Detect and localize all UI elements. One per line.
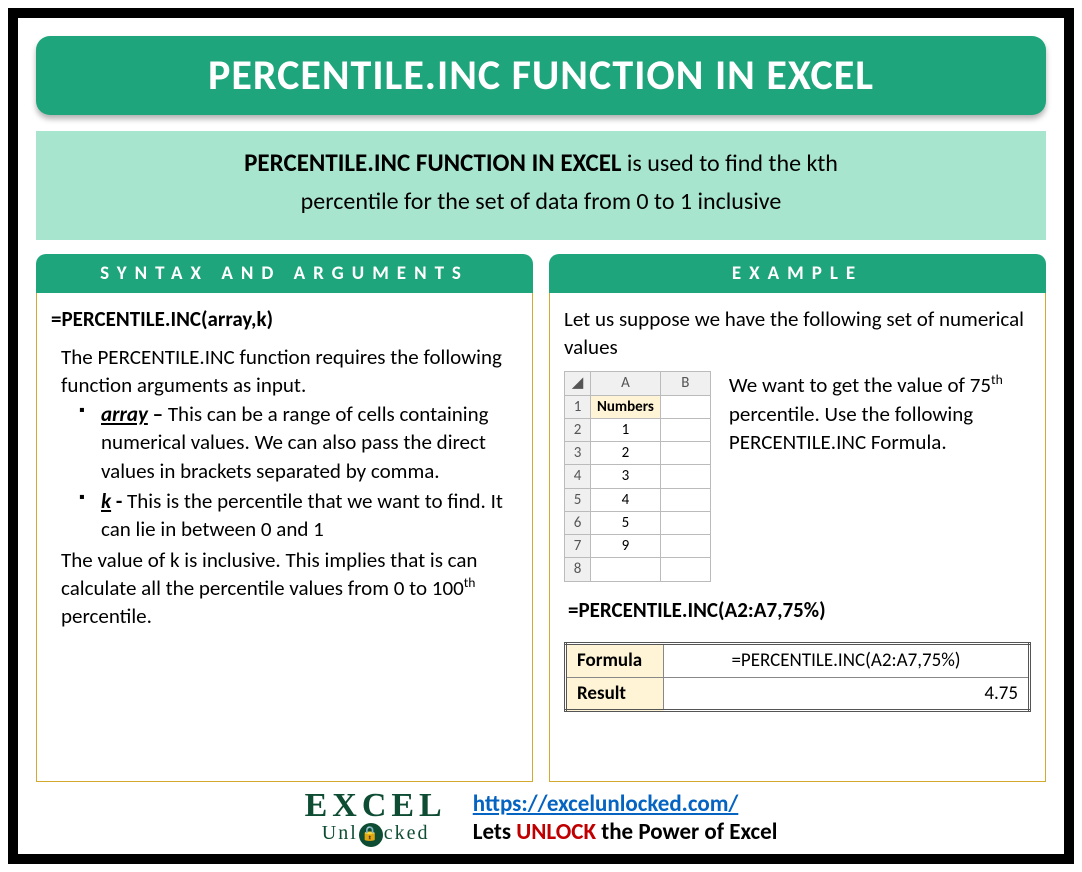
intro-banner: PERCENTILE.INC FUNCTION IN EXCEL is used… <box>36 131 1046 240</box>
arg-array-name: array <box>101 401 148 427</box>
document-frame: PERCENTILE.INC FUNCTION IN EXCEL PERCENT… <box>8 8 1074 864</box>
mini-spreadsheet: ◢ A B 1Numbers 21 32 43 54 65 79 8 <box>564 371 711 581</box>
arg-k-name: k <box>101 488 111 514</box>
logo-bottom: Unl🔒cked <box>305 821 447 845</box>
syntax-body: =PERCENTILE.INC(array,k) The PERCENTILE.… <box>36 293 533 782</box>
result-table: Formula =PERCENTILE.INC(A2:A7,75%) Resul… <box>564 642 1031 712</box>
example-formula: =PERCENTILE.INC(A2:A7,75%) <box>568 596 1031 624</box>
arg-k-desc: This is the percentile that we want to f… <box>101 488 503 542</box>
result-label: Result <box>566 677 664 711</box>
syntax-lead: The PERCENTILE.INC function requires the… <box>61 343 518 400</box>
example-body: Let us suppose we have the following set… <box>549 293 1046 782</box>
col-b: B <box>660 372 710 395</box>
syntax-formula: =PERCENTILE.INC(array,k) <box>51 305 518 333</box>
arg-array: array – This can be a range of cells con… <box>79 400 518 485</box>
footer-tagline: Lets UNLOCK the Power of Excel <box>473 818 778 846</box>
footer: EXCEL Unl🔒cked https://excelunlocked.com… <box>36 790 1046 846</box>
page-title: PERCENTILE.INC FUNCTION IN EXCEL <box>36 36 1046 115</box>
syntax-trailer: The value of k is inclusive. This implie… <box>61 546 518 631</box>
footer-link[interactable]: https://excelunlocked.com/ <box>473 790 739 818</box>
footer-text: https://excelunlocked.com/ Lets UNLOCK t… <box>473 790 778 846</box>
syntax-card: SYNTAX AND ARGUMENTS =PERCENTILE.INC(arr… <box>36 254 533 782</box>
syntax-header: SYNTAX AND ARGUMENTS <box>36 254 533 293</box>
intro-rest2: percentile for the set of data from 0 to… <box>301 187 782 216</box>
intro-strong: PERCENTILE.INC FUNCTION IN EXCEL <box>244 147 621 178</box>
lock-icon: 🔒 <box>359 823 383 847</box>
example-intro: Let us suppose we have the following set… <box>564 305 1031 362</box>
arg-k: k - This is the percentile that we want … <box>79 487 518 544</box>
result-formula-value: =PERCENTILE.INC(A2:A7,75%) <box>664 644 1030 678</box>
result-formula-label: Formula <box>566 644 664 678</box>
example-header: EXAMPLE <box>549 254 1046 293</box>
result-value: 4.75 <box>664 677 1030 711</box>
example-card: EXAMPLE Let us suppose we have the follo… <box>549 254 1046 782</box>
corner-cell: ◢ <box>565 372 591 395</box>
columns: SYNTAX AND ARGUMENTS =PERCENTILE.INC(arr… <box>36 254 1046 782</box>
intro-rest1: is used to find the kth <box>621 149 837 178</box>
logo-top: EXCEL <box>305 791 447 822</box>
logo: EXCEL Unl🔒cked <box>305 791 447 846</box>
example-desc: We want to get the value of 75th percent… <box>729 371 1031 581</box>
col-a: A <box>591 372 661 395</box>
